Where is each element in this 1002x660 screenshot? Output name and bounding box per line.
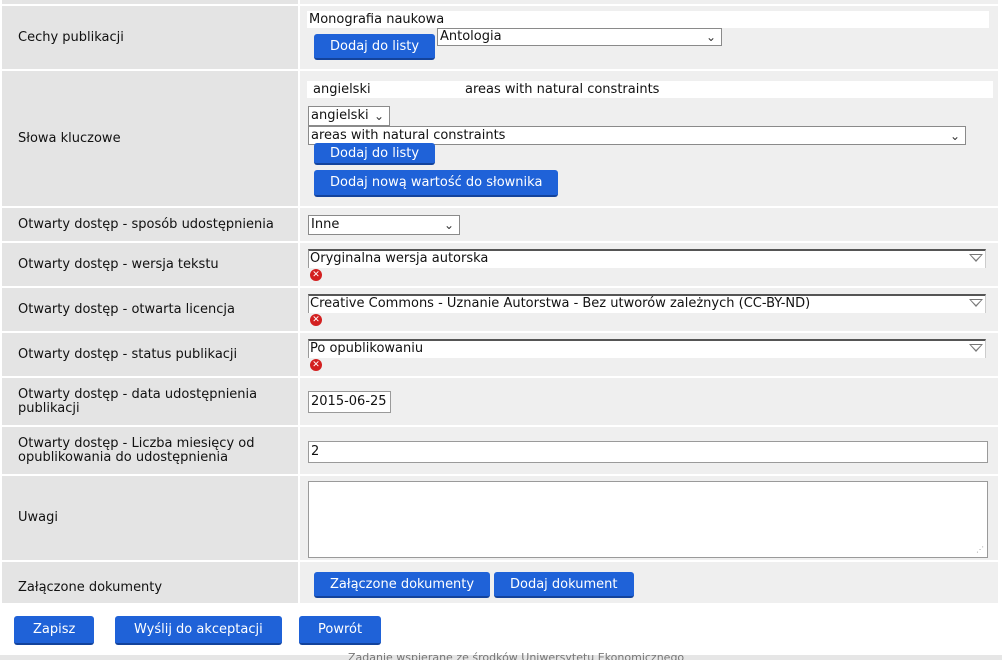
resize-handle-icon[interactable]: ⋰	[976, 546, 984, 554]
value-wersja-tekstu: Oryginalna wersja autorska ✕	[300, 243, 998, 286]
keyword-entry: angielski areas with natural constraints	[307, 81, 993, 98]
label-sposob-udostepnienia: Otwarty dostęp - sposób udostępnienia	[2, 208, 298, 241]
label-zalaczone-dokumenty: Załączone dokumenty	[2, 562, 298, 604]
uwagi-textarea[interactable]	[308, 481, 988, 558]
chevron-down-icon: ⌄	[705, 30, 716, 44]
keyword-add-to-list-button[interactable]: Dodaj do listy	[314, 143, 436, 165]
keyword-language-value: angielski	[311, 108, 369, 123]
liczba-miesiecy-input[interactable]: 2	[308, 441, 988, 463]
label-otwarta-licencja: Otwarty dostęp - otwarta licencja	[2, 288, 298, 331]
data-udostepnienia-input[interactable]: 2015-06-25	[308, 391, 391, 413]
cechy-add-to-list-button[interactable]: Dodaj do listy	[314, 34, 436, 60]
value-uwagi: ⋰	[300, 476, 998, 560]
label-status-publikacji: Otwarty dostęp - status publikacji	[2, 333, 298, 376]
remove-x-icon[interactable]: ✕	[310, 269, 322, 281]
keyword-language-select[interactable]: angielski ⌄	[308, 106, 390, 126]
sposob-udostepnienia-value: Inne	[311, 217, 340, 232]
licencja-dropdown[interactable]: Creative Commons - Uznanie Autorstwa - B…	[308, 294, 986, 313]
value-status-publikacji: Po opublikowaniu ✕	[300, 333, 998, 376]
add-document-button[interactable]: Dodaj dokument	[494, 572, 634, 598]
publication-form: Cechy publikacji Monografia naukowa Doda…	[2, 0, 998, 604]
value-otwarta-licencja: Creative Commons - Uznanie Autorstwa - B…	[300, 288, 998, 331]
keyword-entry-language: angielski	[313, 82, 371, 97]
chevron-down-icon: ⌄	[443, 218, 454, 232]
chevron-down-icon: ⌄	[373, 109, 384, 123]
keyword-add-new-dictionary-value-button[interactable]: Dodaj nową wartość do słownika	[314, 170, 559, 197]
attached-documents-button[interactable]: Załączone dokumenty	[314, 572, 491, 598]
licencja-value: Creative Commons - Uznanie Autorstwa - B…	[310, 296, 811, 311]
back-button[interactable]: Powrót	[299, 616, 382, 645]
dropdown-triangle-icon	[969, 344, 983, 352]
value-sposob-udostepnienia: Inne ⌄	[300, 208, 998, 241]
row-sposob-udostepnienia: Otwarty dostęp - sposób udostępnienia In…	[2, 208, 998, 243]
value-slowa-kluczowe: angielski areas with natural constraints…	[300, 71, 998, 206]
sposob-udostepnienia-select[interactable]: Inne ⌄	[308, 215, 460, 235]
cechy-selected-value: Monografia naukowa	[307, 11, 989, 28]
keyword-value-selected: areas with natural constraints	[311, 128, 506, 143]
value-liczba-miesiecy: 2	[300, 427, 998, 474]
top-partial-value	[300, 0, 998, 4]
label-slowa-kluczowe: Słowa kluczowe	[2, 71, 298, 206]
dropdown-triangle-icon	[969, 254, 983, 262]
label-data-udostepnienia: Otwarty dostęp - data udostępnienia publ…	[2, 378, 298, 425]
label-cechy-publikacji: Cechy publikacji	[2, 6, 298, 69]
value-zalaczone-dokumenty: Załączone dokumenty Dodaj dokument	[300, 562, 998, 604]
status-dropdown[interactable]: Po opublikowaniu	[308, 339, 986, 358]
row-wersja-tekstu: Otwarty dostęp - wersja tekstu Oryginaln…	[2, 243, 998, 288]
send-for-acceptance-button[interactable]: Wyślij do akceptacji	[115, 616, 282, 645]
label-uwagi: Uwagi	[2, 476, 298, 560]
keyword-entry-text: areas with natural constraints	[465, 82, 660, 97]
row-zalaczone-dokumenty: Załączone dokumenty Załączone dokumenty …	[2, 562, 998, 604]
chevron-down-icon: ⌄	[949, 129, 960, 143]
remove-x-icon[interactable]: ✕	[310, 314, 322, 326]
remove-x-icon[interactable]: ✕	[310, 359, 322, 371]
label-liczba-miesiecy: Otwarty dostęp - Liczba miesięcy od opub…	[2, 427, 298, 474]
save-button[interactable]: Zapisz	[14, 616, 95, 645]
cechy-select[interactable]: Antologia ⌄	[437, 28, 722, 46]
status-value: Po opublikowaniu	[310, 341, 424, 356]
row-otwarta-licencja: Otwarty dostęp - otwarta licencja Creati…	[2, 288, 998, 333]
cechy-select-value: Antologia	[440, 29, 502, 44]
footer-text: Zadanie wspierane ze środków Uniwersytet…	[348, 651, 685, 660]
row-slowa-kluczowe: Słowa kluczowe angielski areas with natu…	[2, 71, 998, 208]
value-cechy-publikacji: Monografia naukowa Dodaj do listy Antolo…	[300, 6, 998, 69]
row-status-publikacji: Otwarty dostęp - status publikacji Po op…	[2, 333, 998, 378]
value-data-udostepnienia: 2015-06-25	[300, 378, 998, 425]
wersja-tekstu-value: Oryginalna wersja autorska	[310, 251, 489, 266]
dropdown-triangle-icon	[969, 299, 983, 307]
row-uwagi: Uwagi ⋰	[2, 476, 998, 562]
wersja-tekstu-dropdown[interactable]: Oryginalna wersja autorska	[308, 249, 986, 268]
row-data-udostepnienia: Otwarty dostęp - data udostępnienia publ…	[2, 378, 998, 427]
top-partial-label	[2, 0, 298, 4]
label-wersja-tekstu: Otwarty dostęp - wersja tekstu	[2, 243, 298, 286]
row-liczba-miesiecy: Otwarty dostęp - Liczba miesięcy od opub…	[2, 427, 998, 476]
row-cechy-publikacji: Cechy publikacji Monografia naukowa Doda…	[2, 6, 998, 71]
